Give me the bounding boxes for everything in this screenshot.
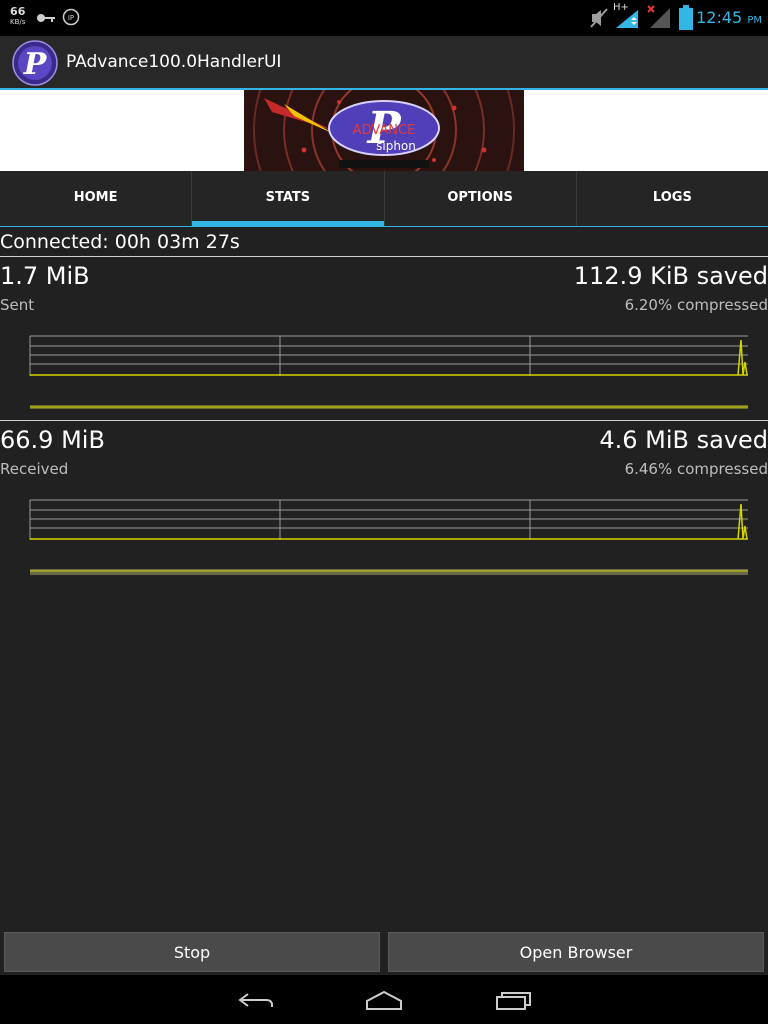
app-logo-icon[interactable]: P (12, 40, 58, 86)
received-graph (29, 499, 748, 575)
navigation-bar (0, 975, 768, 1024)
received-amount: 66.9 MiB (0, 426, 105, 454)
received-label: Received (0, 460, 69, 478)
banner-image[interactable]: P ADVANCE siphon (244, 90, 524, 171)
sent-amount: 1.7 MiB (0, 262, 90, 290)
banner: P ADVANCE siphon (0, 90, 768, 171)
open-browser-button[interactable]: Open Browser (388, 932, 764, 972)
home-icon[interactable] (364, 989, 404, 1011)
tab-logs[interactable]: LOGS (575, 171, 768, 226)
battery-icon (679, 5, 693, 30)
signal-icon (616, 10, 638, 28)
ip-icon: IP (62, 8, 80, 26)
sent-graph (29, 335, 748, 409)
recent-apps-icon[interactable] (494, 989, 534, 1011)
clock: 12:45 PM (696, 8, 762, 27)
tab-options[interactable]: OPTIONS (383, 171, 576, 226)
tab-home[interactable]: HOME (0, 171, 191, 226)
received-saved: 4.6 MiB saved (599, 426, 768, 454)
connected-duration: Connected: 00h 03m 27s (0, 231, 240, 253)
network-speed: 66 KB/s (10, 5, 26, 26)
tab-stats[interactable]: STATS (191, 171, 384, 226)
psiphon-logo-icon: P ADVANCE siphon (253, 90, 515, 171)
banner-logo-top: ADVANCE (353, 123, 416, 138)
svg-text:P: P (23, 47, 48, 82)
sent-compressed: 6.20% compressed (624, 296, 768, 314)
mute-icon (590, 8, 608, 28)
svg-text:IP: IP (68, 14, 74, 22)
divider (0, 256, 768, 257)
received-compressed: 6.46% compressed (624, 460, 768, 478)
usb-key-icon (37, 14, 55, 22)
no-signal-icon (647, 5, 670, 28)
app-title: PAdvance100.0HandlerUI (66, 52, 282, 72)
banner-logo-bottom: siphon (376, 139, 416, 153)
status-bar: 66 KB/s IP H+ 12:45 PM (0, 0, 768, 36)
sent-saved: 112.9 KiB saved (573, 262, 768, 290)
divider (0, 420, 768, 421)
stop-button[interactable]: Stop (4, 932, 380, 972)
tab-bar: HOME STATS OPTIONS LOGS (0, 171, 768, 227)
action-bar: P PAdvance100.0HandlerUI (0, 36, 768, 90)
sent-label: Sent (0, 296, 35, 314)
back-icon[interactable] (236, 991, 276, 1011)
